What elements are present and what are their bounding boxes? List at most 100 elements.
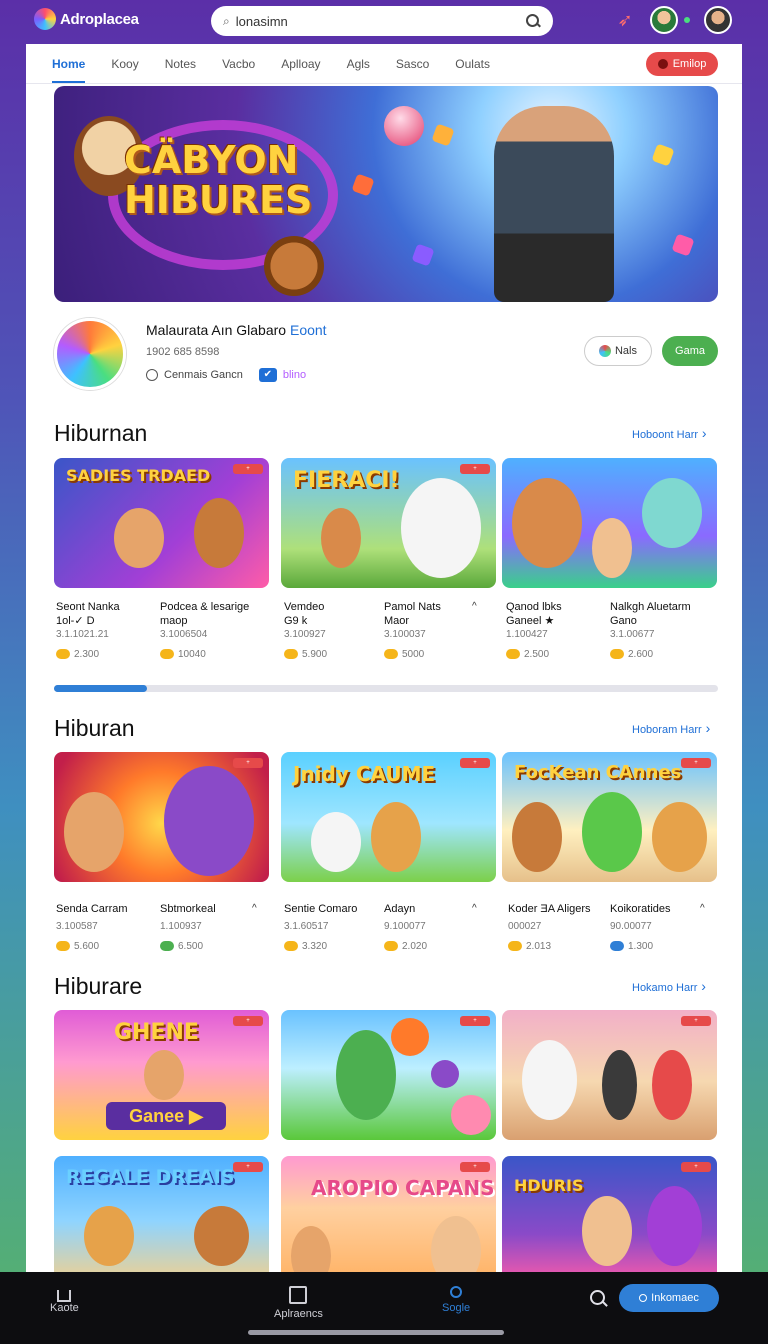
card-meta: Adayn 9.100077 2.020 [384, 902, 427, 954]
bottom-nav-label: Kaote [50, 1302, 79, 1314]
channel-meta-label: Cenmais Gancn [164, 369, 243, 381]
main-panel: Home Kooy Notes Vacbo Aplloay Agls Sasco… [26, 44, 742, 1272]
game-card[interactable]: Jnidy CAUME + [281, 752, 496, 882]
card-character [194, 498, 244, 568]
rocket-icon[interactable]: ➶ [614, 9, 636, 31]
channel-meta-link[interactable]: blino [283, 369, 306, 381]
expand-caret-icon[interactable]: ^ [472, 903, 477, 914]
card-character-pig [451, 1095, 491, 1135]
game-card[interactable]: GHENE Ganee ▶ + [54, 1010, 269, 1140]
floating-block [411, 243, 435, 267]
game-card[interactable]: SADIES TRDAED + [54, 458, 269, 588]
carousel-scrollbar-thumb[interactable] [54, 685, 147, 692]
bottom-nav-profile[interactable]: Sogle [442, 1286, 470, 1314]
tab-sasco[interactable]: Sasco [396, 45, 429, 83]
follow-button[interactable]: Nals [584, 336, 652, 366]
card-id: 3.100587 [56, 921, 98, 932]
expand-caret-icon[interactable]: ^ [252, 903, 257, 914]
channel-name-tag[interactable]: Eoont [290, 322, 327, 338]
bottom-nav-apps[interactable]: Aplraencs [274, 1286, 323, 1320]
app-logo[interactable]: Adroplacea [34, 8, 139, 30]
home-indicator[interactable] [248, 1330, 504, 1335]
tab-agls[interactable]: Agls [347, 45, 370, 83]
game-card[interactable]: REGALE DREAIS + [54, 1156, 269, 1272]
tab-aplloay[interactable]: Aplloay [281, 45, 320, 83]
floating-ball [378, 100, 430, 152]
user-icon [657, 59, 668, 69]
card-art-title: AROPIO CAPANS [311, 1176, 495, 1200]
search-icon[interactable] [590, 1290, 608, 1308]
card-meta: Qanod lbks Ganeel ★ 1.100427 2.500 [506, 600, 562, 662]
card-art-title: GHENE [114, 1020, 199, 1045]
search-icon[interactable] [525, 13, 541, 29]
search-prefix-icon: ⌕ [223, 13, 230, 28]
checkmark-icon: ✔ [258, 368, 277, 382]
game-card[interactable]: + [502, 1010, 717, 1140]
game-card[interactable]: + [54, 752, 269, 882]
card-character [371, 802, 421, 872]
see-all-link[interactable]: Hoboont Harr [632, 425, 707, 441]
tab-kooy[interactable]: Kooy [111, 45, 138, 83]
hero-banner[interactable]: CÄBYON HIBURES [54, 86, 718, 302]
card-badge: + [681, 1162, 711, 1172]
avatar[interactable] [650, 6, 678, 34]
card-count: 2.013 [526, 941, 552, 952]
bottom-nav-label: Aplraencs [274, 1308, 323, 1320]
section-title: Hiburnan [54, 420, 148, 446]
card-id: 3.1.60517 [284, 921, 329, 932]
coin-icon [284, 941, 298, 952]
card-subtitle: 1ol-✓ D [56, 615, 95, 627]
card-subtitle: Maor [384, 615, 410, 627]
coin-icon [384, 941, 398, 952]
channel-info: Malaurata Aın Glabaro Eoont 1902 685 859… [54, 316, 718, 396]
online-status-dot [684, 17, 690, 23]
card-art-title: FIERACI! [293, 468, 400, 493]
primary-button[interactable]: Gama [662, 336, 718, 366]
game-card[interactable]: AROPIO CAPANS + [281, 1156, 496, 1272]
channel-meta: Cenmais Gancn ✔ blino [146, 368, 306, 382]
card-title: Koder ƎA Aligers [508, 903, 591, 915]
channel-avatar[interactable] [54, 318, 126, 390]
card-badge: + [681, 758, 711, 768]
profile-avatar[interactable] [704, 6, 732, 34]
card-art-title: REGALE DREAIS [66, 1166, 235, 1188]
card-badge: + [460, 1016, 490, 1026]
see-all-link[interactable]: Hoboram Harr [632, 720, 710, 736]
floating-block [671, 233, 695, 257]
cta-button[interactable]: Inkomaec [619, 1284, 719, 1312]
card-character-purple-bear [164, 766, 254, 876]
card-meta: Vemdeo G9 k 3.100927 5.900 [284, 600, 327, 662]
game-card[interactable] [502, 458, 717, 588]
card-character [64, 792, 124, 872]
card-subtitle: maop [160, 615, 188, 627]
tab-oulats[interactable]: Oulats [455, 45, 490, 83]
card-subtitle: G9 k [284, 615, 308, 627]
game-card[interactable]: + [281, 1010, 496, 1140]
apps-icon [289, 1286, 308, 1304]
card-character [592, 518, 632, 578]
tab-vacbo[interactable]: Vacbo [222, 45, 255, 83]
see-all-link[interactable]: Hokamo Harr [632, 978, 706, 994]
card-meta: Koder ƎA Aligers 000027 2.013 [508, 902, 591, 954]
search-bar[interactable]: ⌕ [211, 6, 553, 36]
card-character [647, 1186, 702, 1266]
signin-button[interactable]: Emilop [646, 52, 718, 76]
card-count: 6.500 [178, 941, 204, 952]
card-art-title: FocKean CAnnes [514, 762, 682, 783]
floating-block [351, 173, 375, 197]
bottom-nav-home[interactable]: Kaote [50, 1286, 79, 1314]
game-card[interactable]: HDURIS + [502, 1156, 717, 1272]
card-badge: + [233, 1162, 263, 1172]
card-count: 5000 [402, 649, 425, 660]
search-input[interactable] [235, 13, 525, 29]
coin-icon [610, 649, 624, 660]
expand-caret-icon[interactable]: ^ [472, 601, 477, 612]
card-art-title: Jnidy CAUME [293, 762, 436, 786]
tab-notes[interactable]: Notes [165, 45, 196, 83]
expand-caret-icon[interactable]: ^ [700, 903, 705, 914]
card-count: 2.500 [524, 649, 550, 660]
carousel-scrollbar[interactable] [54, 685, 718, 692]
game-card[interactable]: FIERACI! + [281, 458, 496, 588]
tab-home[interactable]: Home [52, 45, 86, 83]
game-card[interactable]: FocKean CAnnes + [502, 752, 717, 882]
